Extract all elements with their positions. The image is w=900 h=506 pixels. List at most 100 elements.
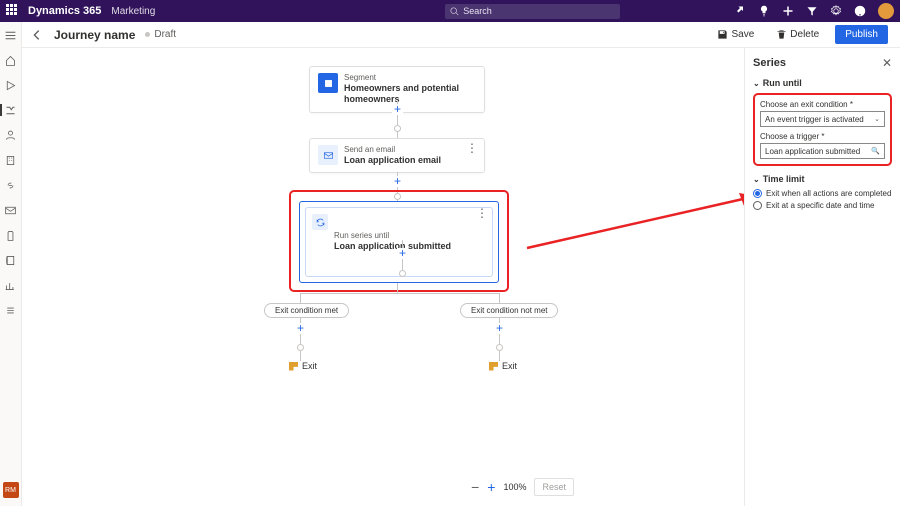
delete-label: Delete	[790, 29, 819, 40]
exit-condition-value: An event trigger is activated	[765, 115, 864, 124]
save-button[interactable]: Save	[711, 26, 760, 43]
radio-label: Exit at a specific date and time	[766, 201, 875, 210]
radio-exit-specific-date[interactable]: Exit at a specific date and time	[753, 201, 892, 210]
exit-condition-select[interactable]: An event trigger is activated ⌄	[760, 111, 885, 127]
chevron-down-icon: ⌄	[753, 79, 760, 88]
connector-dot	[496, 344, 503, 351]
lightbulb-icon[interactable]	[758, 5, 770, 17]
settings-icon[interactable]	[830, 5, 842, 17]
nav-journey[interactable]	[4, 103, 18, 117]
journey-canvas[interactable]: Segment Homeowners and potential homeown…	[22, 48, 744, 506]
zoom-reset-button[interactable]: Reset	[534, 478, 574, 496]
nav-mail[interactable]	[4, 203, 18, 217]
nav-menu[interactable]	[4, 28, 18, 42]
section-time-limit[interactable]: ⌄Time limit	[753, 174, 892, 184]
search-icon: 🔍	[871, 147, 880, 155]
section-label: Time limit	[763, 174, 805, 184]
flag-icon	[289, 362, 298, 371]
exit-left: Exit	[289, 361, 317, 371]
chevron-down-icon: ⌄	[753, 175, 760, 184]
zoom-level: 100%	[503, 482, 526, 492]
radio-icon	[753, 189, 762, 198]
series-node[interactable]: Run series until Loan application submit…	[299, 201, 499, 283]
connector-dot	[399, 270, 406, 277]
add-step-button[interactable]: +	[295, 323, 306, 334]
add-icon[interactable]	[782, 5, 794, 17]
series-icon	[312, 214, 328, 230]
connector	[300, 293, 301, 303]
panel-heading: Series	[753, 57, 786, 69]
segment-title: Homeowners and potential homeowners	[344, 83, 476, 106]
highlight-box: Choose an exit condition * An event trig…	[753, 93, 892, 166]
exit-met-pill: Exit condition met	[264, 303, 349, 318]
app-launcher-icon[interactable]	[6, 4, 20, 18]
exit-right: Exit	[489, 361, 517, 371]
connector	[397, 283, 398, 293]
connector-dot	[297, 344, 304, 351]
nav-settings[interactable]	[4, 303, 18, 317]
back-button[interactable]	[30, 28, 44, 42]
nav-building[interactable]	[4, 153, 18, 167]
exit-condition-label: Choose an exit condition *	[760, 100, 885, 109]
nav-chart[interactable]	[4, 278, 18, 292]
annotation-arrow	[517, 193, 757, 258]
help-icon[interactable]	[854, 5, 866, 17]
email-node[interactable]: Send an email Loan application email ⋮	[309, 138, 485, 173]
publish-button[interactable]: Publish	[835, 25, 888, 44]
nav-people[interactable]	[4, 128, 18, 142]
exit-label: Exit	[302, 361, 317, 371]
series-label: Run series until	[334, 231, 451, 241]
section-run-until[interactable]: ⌄Run until	[753, 78, 892, 88]
radio-exit-all-actions[interactable]: Exit when all actions are completed	[753, 189, 892, 198]
email-title: Loan application email	[344, 155, 441, 167]
radio-label: Exit when all actions are completed	[766, 189, 891, 198]
add-step-button[interactable]: +	[392, 176, 403, 187]
add-step-button[interactable]: +	[494, 323, 505, 334]
module-name: Marketing	[111, 6, 155, 17]
segment-label: Segment	[344, 73, 476, 83]
add-step-button[interactable]: +	[392, 104, 403, 115]
email-icon	[318, 145, 338, 165]
section-label: Run until	[763, 78, 802, 88]
command-bar: Journey name Draft Save Delete Publish	[0, 22, 900, 48]
avatar[interactable]	[878, 3, 894, 19]
series-more-button[interactable]: ⋮	[476, 212, 488, 216]
status-dot	[145, 32, 150, 37]
email-label: Send an email	[344, 145, 441, 155]
search-input[interactable]: Search	[445, 4, 620, 19]
page-title: Journey name	[54, 28, 135, 42]
trigger-value: Loan application submitted	[765, 147, 860, 156]
series-title: Loan application submitted	[334, 241, 451, 253]
add-step-button[interactable]: +	[397, 248, 408, 259]
trigger-label: Choose a trigger *	[760, 132, 885, 141]
zoom-out-button[interactable]: −	[471, 479, 479, 495]
global-header: Dynamics 365 Marketing Search	[0, 0, 900, 22]
connector	[499, 293, 500, 303]
close-panel-button[interactable]: ✕	[882, 56, 892, 70]
nav-link[interactable]	[4, 178, 18, 192]
email-more-button[interactable]: ⋮	[466, 147, 478, 151]
share-icon[interactable]	[734, 5, 746, 17]
zoom-in-button[interactable]: +	[487, 479, 495, 495]
chevron-down-icon: ⌄	[874, 115, 880, 123]
header-actions	[734, 3, 894, 19]
save-label: Save	[731, 29, 754, 40]
radio-icon	[753, 201, 762, 210]
zoom-controls: − + 100% Reset	[471, 478, 574, 496]
delete-button[interactable]: Delete	[770, 26, 825, 43]
nav-clip[interactable]	[4, 228, 18, 242]
properties-panel: Series ✕ ⌄Run until Choose an exit condi…	[744, 48, 900, 506]
trigger-select[interactable]: Loan application submitted 🔍	[760, 143, 885, 159]
exit-not-met-pill: Exit condition not met	[460, 303, 558, 318]
nav-home[interactable]	[4, 53, 18, 67]
app-name: Dynamics 365	[28, 5, 101, 17]
left-nav: RM	[0, 22, 22, 506]
connector-dot	[394, 125, 401, 132]
nav-play[interactable]	[4, 78, 18, 92]
nav-badge[interactable]: RM	[3, 482, 19, 498]
connector	[300, 293, 500, 294]
flag-icon	[489, 362, 498, 371]
exit-label: Exit	[502, 361, 517, 371]
nav-book[interactable]	[4, 253, 18, 267]
filter-icon[interactable]	[806, 5, 818, 17]
